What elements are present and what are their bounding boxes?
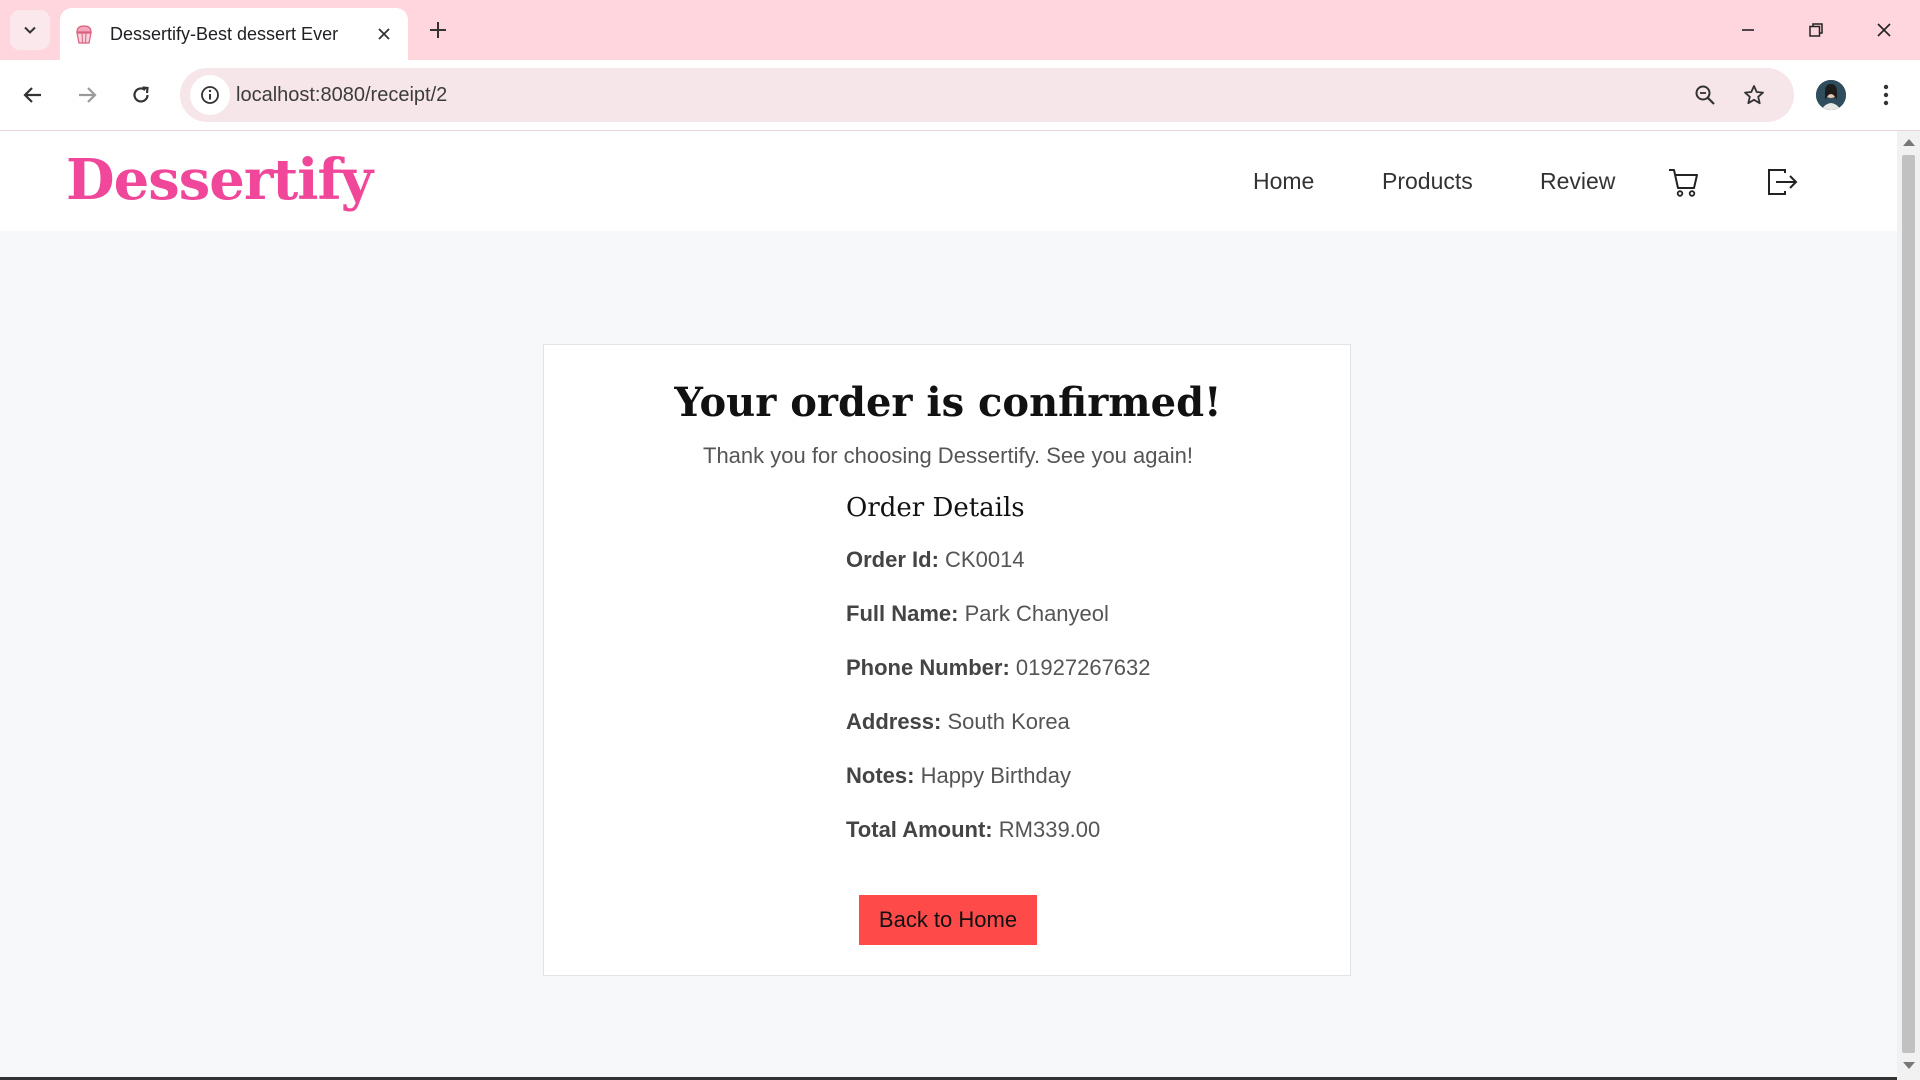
thank-you-message: Thank you for choosing Dessertify. See y… xyxy=(703,443,1193,468)
forward-button[interactable] xyxy=(66,74,108,116)
confirmation-title: Your order is confirmed! xyxy=(674,379,1222,426)
site-info-icon[interactable] xyxy=(190,75,230,115)
plus-icon xyxy=(430,22,446,38)
tab-title: Dessertify-Best dessert Ever xyxy=(110,23,339,44)
restore-icon xyxy=(1809,23,1823,37)
kebab-menu-icon xyxy=(1883,84,1889,106)
receipt-card: Your order is confirmed! Thank you for c… xyxy=(543,344,1351,976)
new-tab-button[interactable] xyxy=(420,12,456,48)
field-label: Address: xyxy=(846,709,942,734)
back-button[interactable] xyxy=(12,74,54,116)
order-id-row: Order Id: CK0014 xyxy=(846,545,1306,599)
field-value: CK0014 xyxy=(945,547,1025,572)
bookmark-star-icon[interactable] xyxy=(1734,75,1774,115)
address-bar[interactable]: localhost:8080/receipt/2 xyxy=(180,68,1794,122)
profile-avatar[interactable] xyxy=(1816,80,1846,110)
order-details: Order Details Order Id: CK0014 Full Name… xyxy=(846,493,1306,869)
field-label: Order Id: xyxy=(846,547,939,572)
arrow-left-icon xyxy=(23,87,41,103)
minimize-icon xyxy=(1742,29,1754,31)
scrollbar-thumb[interactable] xyxy=(1902,155,1915,1053)
arrow-right-icon xyxy=(79,87,97,103)
phone-number-row: Phone Number: 01927267632 xyxy=(846,653,1306,707)
cart-icon[interactable] xyxy=(1665,164,1703,200)
minimize-button[interactable] xyxy=(1714,0,1782,60)
logout-icon[interactable] xyxy=(1763,164,1801,200)
field-label: Phone Number: xyxy=(846,655,1010,680)
total-amount-row: Total Amount: RM339.00 xyxy=(846,815,1306,869)
site-logo[interactable]: Dessertify xyxy=(66,147,373,213)
close-tab-icon[interactable] xyxy=(372,22,396,46)
page-content: Your order is confirmed! Thank you for c… xyxy=(0,231,1897,1080)
browser-menu-button[interactable] xyxy=(1868,74,1904,116)
reload-button[interactable] xyxy=(120,74,162,116)
field-label: Total Amount: xyxy=(846,817,993,842)
chevron-down-icon xyxy=(24,26,36,34)
full-name-row: Full Name: Park Chanyeol xyxy=(846,599,1306,653)
url-text[interactable]: localhost:8080/receipt/2 xyxy=(236,68,447,122)
restore-button[interactable] xyxy=(1782,0,1850,60)
field-label: Full Name: xyxy=(846,601,959,626)
tab-search-button[interactable] xyxy=(10,10,50,50)
nav-home-link[interactable]: Home xyxy=(1253,131,1314,231)
zoom-icon[interactable] xyxy=(1685,75,1725,115)
site-header: Dessertify Home Products Review xyxy=(0,131,1897,231)
field-value: RM339.00 xyxy=(998,817,1101,842)
page-scrollbar[interactable] xyxy=(1897,131,1920,1080)
close-window-button[interactable] xyxy=(1850,0,1918,60)
address-row: Address: South Korea xyxy=(846,707,1306,761)
close-icon xyxy=(1877,23,1891,37)
field-value: Happy Birthday xyxy=(920,763,1071,788)
browser-tab-strip: Dessertify-Best dessert Ever xyxy=(0,0,1920,60)
field-value: South Korea xyxy=(947,709,1070,734)
back-to-home-button[interactable]: Back to Home xyxy=(859,895,1037,945)
scroll-down-arrow-icon[interactable] xyxy=(1903,1062,1915,1069)
field-value: 01927267632 xyxy=(1015,655,1151,680)
browser-toolbar: localhost:8080/receipt/2 xyxy=(0,60,1920,131)
field-value: Park Chanyeol xyxy=(964,601,1109,626)
nav-products-link[interactable]: Products xyxy=(1382,131,1473,231)
nav-review-link[interactable]: Review xyxy=(1540,131,1615,231)
notes-row: Notes: Happy Birthday xyxy=(846,761,1306,815)
cupcake-icon xyxy=(72,22,96,46)
scroll-up-arrow-icon[interactable] xyxy=(1903,139,1915,146)
reload-icon xyxy=(133,86,149,103)
field-label: Notes: xyxy=(846,763,915,788)
browser-tab[interactable]: Dessertify-Best dessert Ever xyxy=(60,8,408,60)
order-details-title: Order Details xyxy=(846,493,1025,523)
